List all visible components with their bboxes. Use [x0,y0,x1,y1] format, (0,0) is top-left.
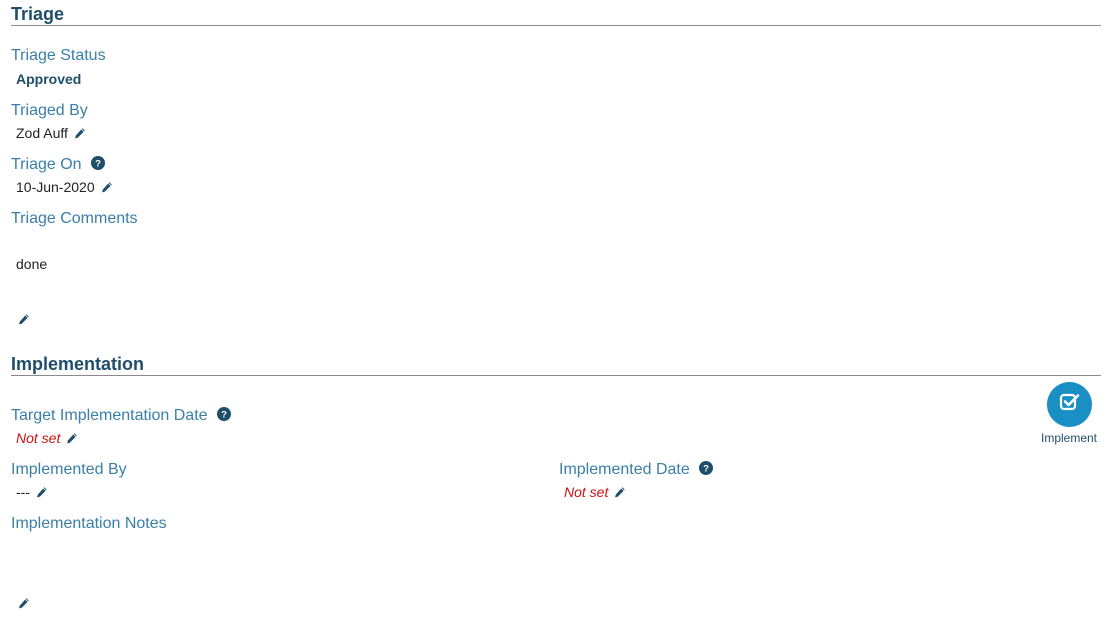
implemented-by-label: Implemented By [11,461,127,478]
implementation-divider [11,375,1101,376]
help-icon[interactable]: ? [91,156,105,170]
triage-status-label: Triage Status [11,47,106,64]
triage-on-value: 10-Jun-2020 [16,179,113,195]
triaged-by-text: Zod Auff [16,125,68,141]
help-icon[interactable]: ? [699,461,714,475]
triage-on-label-text: Triage On [11,156,82,173]
triage-comments-value: done [16,256,48,272]
implemented-date-value: Not set [564,484,626,500]
help-icon[interactable]: ? [217,407,231,421]
target-implementation-date-value: Not set [16,430,78,446]
implement-button-label[interactable]: Implement [1030,431,1106,445]
triaged-by-label: Triaged By [11,102,88,119]
triage-on-text: 10-Jun-2020 [16,179,95,195]
implemented-date-text: Not set [564,484,609,500]
triage-status-value: Approved [16,71,81,87]
triaged-by-value: Zod Auff [16,125,86,141]
implementation-notes-label: Implementation Notes [11,515,167,532]
pencil-icon[interactable] [35,486,48,499]
triage-comments-edit[interactable] [12,313,30,331]
pencil-icon[interactable] [73,127,86,140]
svg-text:?: ? [221,410,227,421]
implementation-section-title: Implementation [11,354,145,374]
checkbox-check-icon [1058,390,1082,419]
pencil-icon[interactable] [17,597,30,610]
pencil-icon[interactable] [65,432,78,445]
target-implementation-date-label: Target Implementation Date ? [11,407,231,425]
implemented-date-label-text: Implemented Date [559,461,690,478]
svg-text:?: ? [703,464,709,475]
implemented-by-text: --- [16,484,30,500]
implemented-by-value: --- [16,484,48,500]
triage-section-title: Triage [11,4,65,24]
triage-status-text: Approved [16,71,82,87]
target-implementation-date-text: Not set [16,430,61,446]
pencil-icon[interactable] [100,181,113,194]
pencil-icon[interactable] [613,486,626,499]
implementation-notes-edit[interactable] [12,597,30,615]
implement-button[interactable] [1047,382,1092,427]
triage-divider [11,25,1101,26]
svg-text:?: ? [95,159,101,170]
implemented-date-label: Implemented Date ? [559,461,714,479]
triage-comments-label: Triage Comments [11,210,138,227]
triage-on-label: Triage On ? [11,156,105,174]
target-implementation-date-label-text: Target Implementation Date [11,407,208,424]
pencil-icon[interactable] [17,313,30,326]
